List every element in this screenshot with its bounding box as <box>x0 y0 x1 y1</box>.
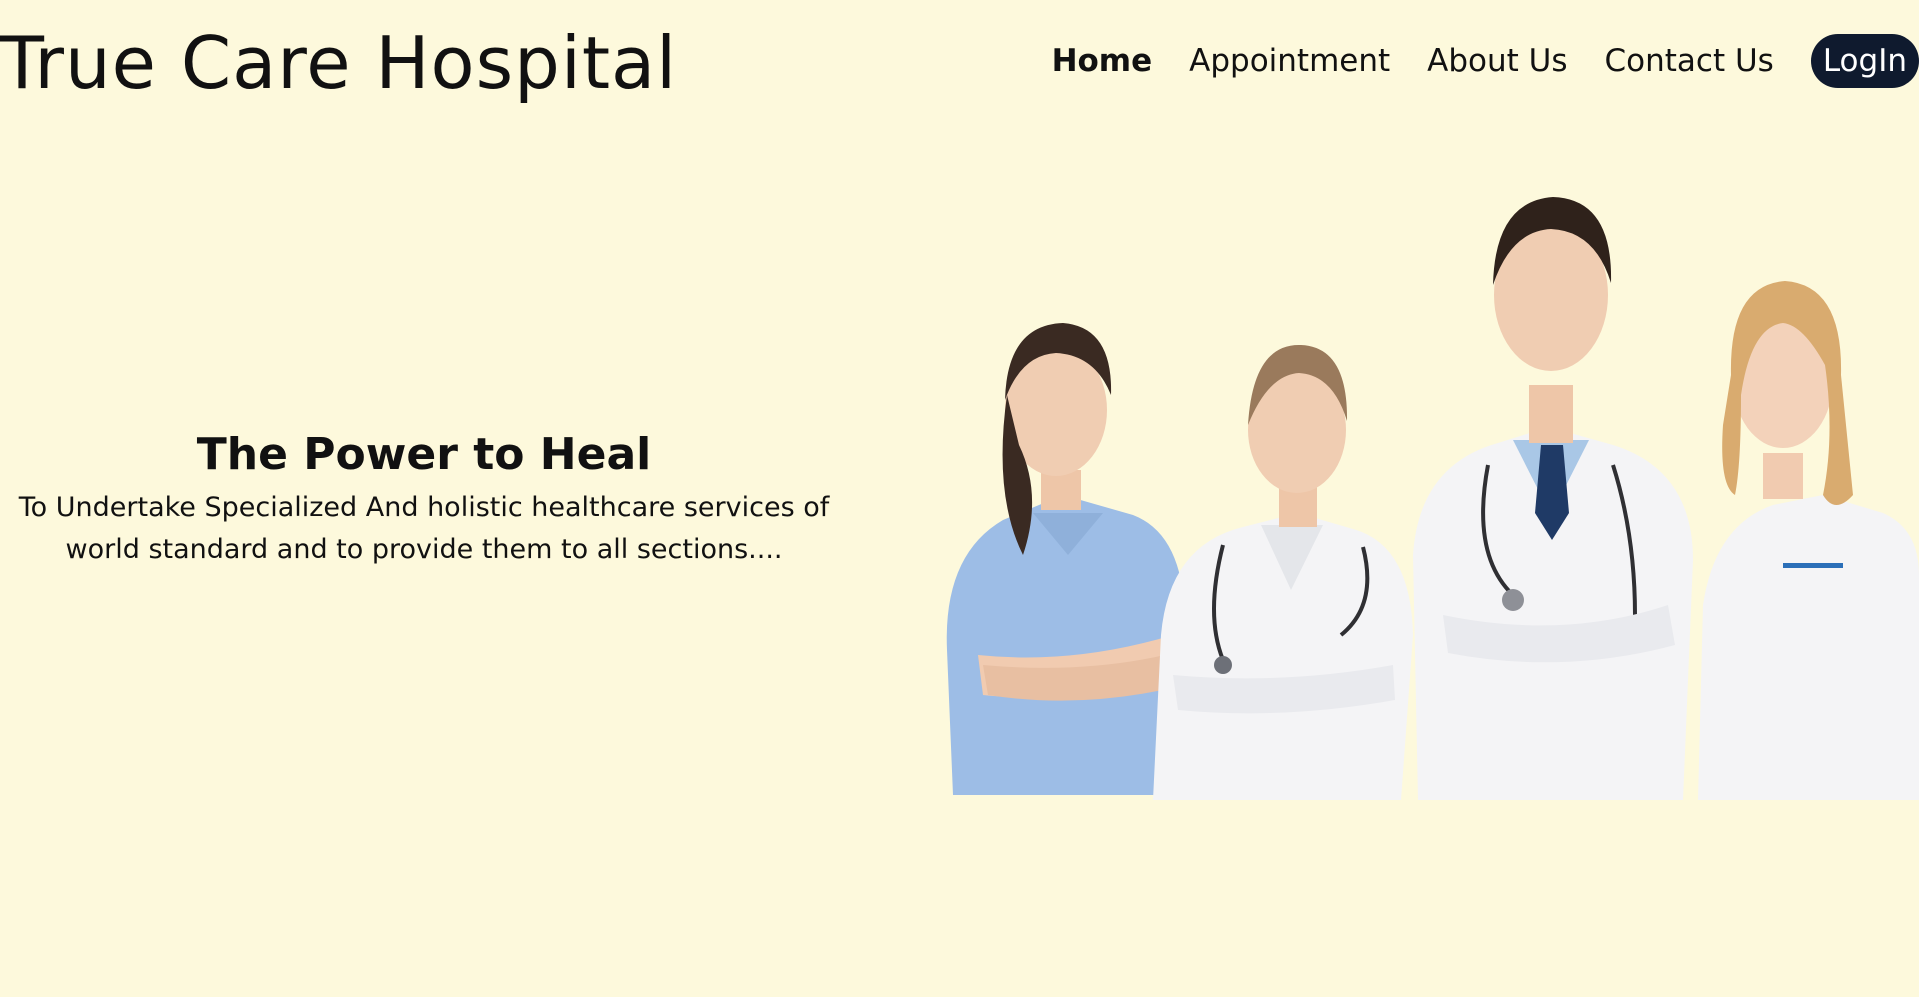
nav-home-link[interactable]: Home <box>1052 34 1153 88</box>
hero-heading: The Power to Heal <box>196 429 652 480</box>
nav-about-link[interactable]: About Us <box>1427 34 1567 88</box>
female-doctor-figure <box>1153 344 1413 800</box>
main-nav: Home Appointment About Us Contact Us Log… <box>1052 34 1919 88</box>
login-button[interactable]: LogIn <box>1810 34 1919 88</box>
nav-contact-link[interactable]: Contact Us <box>1605 34 1774 88</box>
nav-appointment-link[interactable]: Appointment <box>1189 34 1390 88</box>
nurse-figure <box>946 323 1185 795</box>
hero-text: The Power to Heal To Undertake Specializ… <box>0 425 848 571</box>
blonde-doctor-figure <box>1698 281 1919 800</box>
male-doctor-figure <box>1413 197 1693 800</box>
site-title: True Care Hospital <box>0 21 678 105</box>
site-header: True Care Hospital Home Appointment Abou… <box>0 0 1919 120</box>
medical-staff-image <box>923 195 1919 800</box>
hero-description: To Undertake Specialized And holistic he… <box>18 492 830 565</box>
